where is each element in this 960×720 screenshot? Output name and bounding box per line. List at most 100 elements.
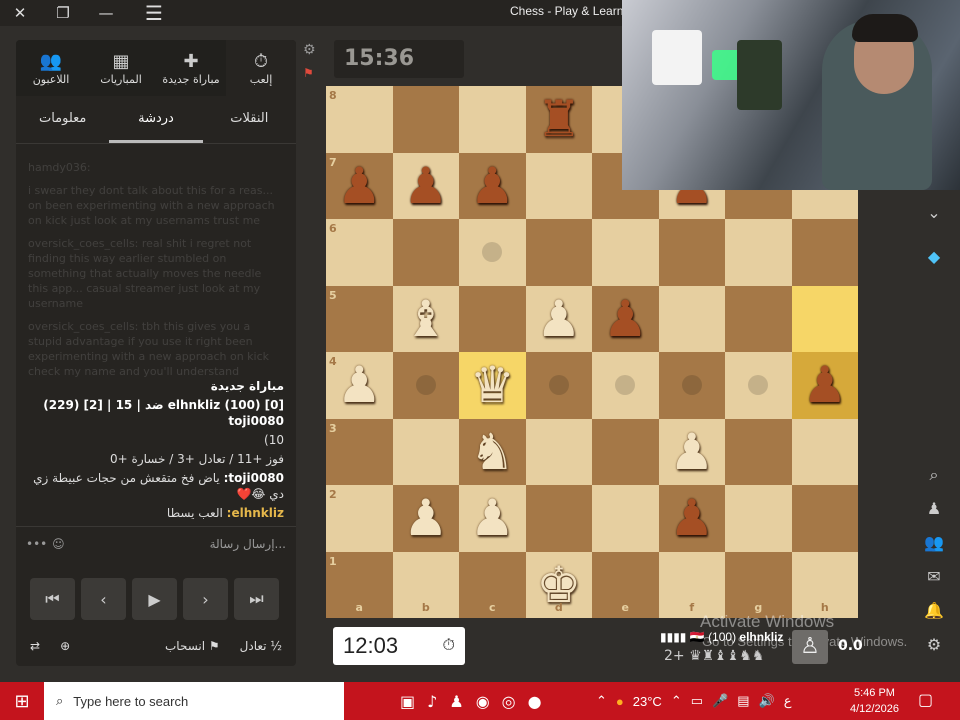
square-g5[interactable] [725, 285, 792, 352]
square-b5[interactable]: ♝ [392, 285, 459, 352]
square-e6[interactable] [592, 219, 659, 286]
play-button[interactable]: ▶ [132, 578, 177, 620]
square-a4[interactable]: 4 ♟ [326, 352, 393, 419]
square-c5[interactable] [459, 285, 526, 352]
white-knight-piece[interactable]: ♞ [470, 427, 515, 477]
white-pawn-piece[interactable]: ♟ [536, 294, 581, 344]
square-f1[interactable]: f [658, 551, 725, 618]
tray-chevron-icon[interactable]: ⌃ [671, 693, 682, 709]
nav-players[interactable]: 👥 اللاعبون [16, 40, 86, 96]
white-bishop-piece[interactable]: ♝ [403, 294, 448, 344]
white-queen-piece[interactable]: ♛ [470, 360, 515, 410]
black-pawn-piece[interactable]: ♟ [603, 294, 648, 344]
square-a7[interactable]: 7 ♟ [326, 152, 393, 219]
browser-icon[interactable]: ◉ [476, 692, 490, 711]
legal-move-dot[interactable] [415, 375, 436, 396]
report-icon[interactable]: ⚑ [303, 66, 314, 80]
diamond-icon[interactable]: ◆ [920, 244, 948, 270]
black-pawn-piece[interactable]: ♟ [337, 161, 382, 211]
settings-icon[interactable]: ⚙ [303, 42, 316, 58]
battery-icon[interactable]: ▭ [691, 693, 703, 709]
white-pawn-piece[interactable]: ♟ [337, 360, 382, 410]
player-name[interactable]: elhnkliz [739, 630, 783, 644]
legal-move-dot[interactable] [681, 375, 702, 396]
square-f3[interactable]: ♟ [658, 418, 725, 485]
discord-icon[interactable]: ◎ [502, 692, 516, 711]
language-indicator[interactable]: ع [784, 693, 792, 709]
network-icon[interactable]: ▤ [737, 693, 749, 709]
square-c4[interactable]: ♛ [459, 352, 526, 419]
square-a1[interactable]: 1a [326, 551, 393, 618]
chat-input[interactable]: إرسال رسالة... [210, 537, 286, 551]
black-rook-piece[interactable]: ♜ [536, 94, 581, 144]
square-e2[interactable] [592, 485, 659, 552]
square-g2[interactable] [725, 485, 792, 552]
white-pawn-piece[interactable]: ♟ [403, 493, 448, 543]
flip-board-icon[interactable]: ⇄ [30, 639, 40, 653]
square-b1[interactable]: b [392, 551, 459, 618]
volume-icon[interactable]: 🔊 [759, 693, 775, 709]
close-window-button[interactable]: ✕ [0, 0, 40, 26]
add-friend-icon[interactable]: ⊕ [60, 639, 70, 653]
tab-chat[interactable]: دردشة [109, 96, 203, 143]
square-f2[interactable]: ♟ [658, 485, 725, 552]
notifications-icon[interactable]: 🔔 [920, 598, 948, 624]
square-h3[interactable] [791, 418, 858, 485]
legal-move-dot[interactable] [482, 242, 503, 263]
player-avatar[interactable]: ♙ [792, 630, 828, 664]
taskbar-search[interactable]: ⌕ Type here to search [44, 682, 344, 720]
square-g1[interactable]: g [725, 551, 792, 618]
friends-icon[interactable]: 👥 [920, 530, 948, 556]
resign-button[interactable]: انسحاب ⚑ [165, 639, 220, 653]
square-d7[interactable] [525, 152, 592, 219]
chevron-down-icon[interactable]: ⌄ [920, 200, 948, 226]
menu-button[interactable]: ☰ [134, 0, 174, 26]
black-pawn-piece[interactable]: ♟ [669, 493, 714, 543]
search-icon[interactable]: ⌕ [920, 462, 948, 488]
square-f4[interactable] [658, 352, 725, 419]
messages-icon[interactable]: ✉ [920, 564, 948, 590]
tiktok-icon[interactable]: ♪ [427, 692, 437, 711]
square-g3[interactable] [725, 418, 792, 485]
legal-move-dot[interactable] [548, 375, 569, 396]
white-pawn-piece[interactable]: ♟ [470, 493, 515, 543]
square-g6[interactable] [725, 219, 792, 286]
legal-move-dot[interactable] [615, 375, 636, 396]
chat-username[interactable]: toji0080: [224, 471, 284, 485]
square-d6[interactable] [525, 219, 592, 286]
square-f5[interactable] [658, 285, 725, 352]
square-h5[interactable] [791, 285, 858, 352]
restore-window-button[interactable]: ❐ [43, 0, 83, 26]
square-a3[interactable]: 3 [326, 418, 393, 485]
tab-info[interactable]: معلومات [16, 96, 109, 143]
square-b2[interactable]: ♟ [392, 485, 459, 552]
black-pawn-piece[interactable]: ♟ [403, 161, 448, 211]
weather-icon[interactable]: ● [616, 694, 624, 709]
square-e1[interactable]: e [592, 551, 659, 618]
previous-move-button[interactable]: ‹ [81, 578, 126, 620]
nav-new-game[interactable]: ✚ مباراة جديدة [156, 40, 226, 96]
settings-gear-icon[interactable]: ⚙ [920, 632, 948, 658]
taskbar-search-input[interactable]: Type here to search [73, 694, 188, 709]
weather-temp[interactable]: 23°C [633, 694, 662, 709]
square-d2[interactable] [525, 485, 592, 552]
white-pawn-piece[interactable]: ♟ [669, 427, 714, 477]
square-c7[interactable]: ♟ [459, 152, 526, 219]
square-c8[interactable] [459, 86, 526, 153]
square-b3[interactable] [392, 418, 459, 485]
nav-games[interactable]: ▦ المباريات [86, 40, 156, 96]
square-b4[interactable] [392, 352, 459, 419]
square-c1[interactable]: c [459, 551, 526, 618]
square-h2[interactable] [791, 485, 858, 552]
square-a5[interactable]: 5 [326, 285, 393, 352]
square-h4[interactable]: ♟ [791, 352, 858, 419]
more-options-icon[interactable]: ••• [26, 537, 47, 551]
chess-app-icon[interactable]: ♟ [449, 692, 463, 711]
square-d3[interactable] [525, 418, 592, 485]
square-a6[interactable]: 6 [326, 219, 393, 286]
square-e5[interactable]: ♟ [592, 285, 659, 352]
show-hidden-icon[interactable]: ⌃ [596, 693, 607, 709]
square-b6[interactable] [392, 219, 459, 286]
square-d8[interactable]: ♜ [525, 86, 592, 153]
square-d1[interactable]: d ♚ [525, 551, 592, 618]
